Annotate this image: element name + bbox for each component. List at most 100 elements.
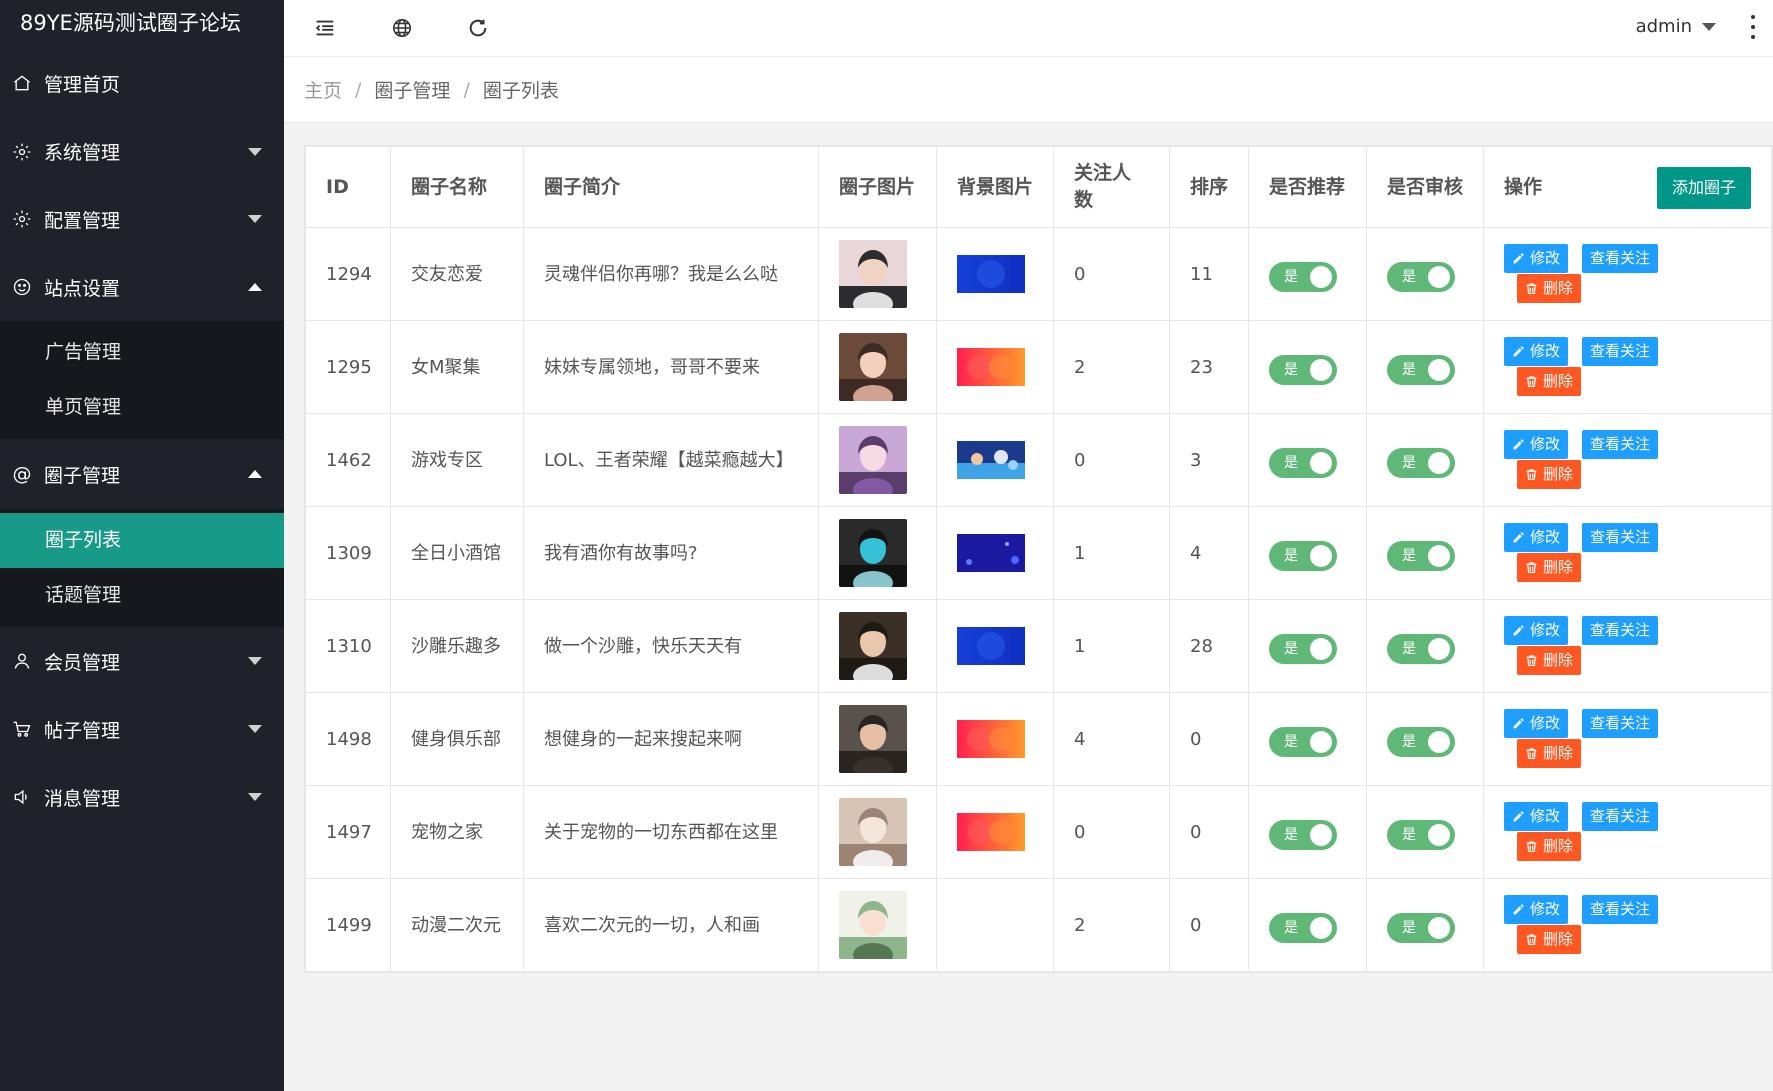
edit-button[interactable]: 修改 — [1504, 430, 1569, 459]
menu-fold-icon[interactable] — [305, 8, 345, 48]
edit-button[interactable]: 修改 — [1504, 337, 1569, 366]
user-menu[interactable]: admin — [1636, 10, 1716, 44]
pencil-icon — [1513, 532, 1524, 543]
cell-sort: 0 — [1169, 692, 1249, 786]
sidebar-item-posts[interactable]: 帖子管理 — [0, 695, 284, 763]
delete-button[interactable]: 删除 — [1517, 832, 1582, 861]
recommend-toggle[interactable]: 是 — [1269, 355, 1337, 385]
toggle-label: 是 — [1284, 826, 1298, 843]
sidebar-item-site-settings[interactable]: 站点设置 — [0, 253, 284, 321]
edit-button[interactable]: 修改 — [1504, 802, 1569, 831]
edit-button[interactable]: 修改 — [1504, 895, 1569, 924]
recommend-toggle[interactable]: 是 — [1269, 727, 1337, 757]
trash-icon — [1526, 841, 1537, 853]
circle-image — [839, 519, 916, 587]
audit-toggle[interactable]: 是 — [1387, 262, 1455, 292]
cell-intro: 做一个沙雕，快乐天天有 — [523, 599, 819, 693]
view-followers-button[interactable]: 查看关注 — [1582, 802, 1659, 831]
delete-button[interactable]: 删除 — [1517, 925, 1582, 954]
delete-label: 删除 — [1543, 279, 1574, 297]
edit-label: 修改 — [1530, 621, 1561, 639]
cell-background — [936, 413, 1054, 507]
toggle-knob — [1310, 638, 1332, 660]
cell-actions: 修改 查看关注 删除 — [1483, 692, 1772, 786]
pencil-icon — [1513, 253, 1524, 264]
view-followers-button[interactable]: 查看关注 — [1582, 616, 1659, 645]
recommend-toggle[interactable]: 是 — [1269, 448, 1337, 478]
audit-toggle[interactable]: 是 — [1387, 727, 1455, 757]
view-followers-button[interactable]: 查看关注 — [1582, 709, 1659, 738]
sidebar-item-members[interactable]: 会员管理 — [0, 627, 284, 695]
sidebar-item-system[interactable]: 系统管理 — [0, 118, 284, 185]
recommend-toggle[interactable]: 是 — [1269, 541, 1337, 571]
view-followers-button[interactable]: 查看关注 — [1582, 430, 1659, 459]
row-actions: 修改 查看关注 删除 — [1484, 786, 1771, 878]
view-followers-button[interactable]: 查看关注 — [1582, 244, 1659, 273]
more-vertical-icon[interactable] — [1745, 12, 1761, 42]
audit-toggle[interactable]: 是 — [1387, 541, 1455, 571]
breadcrumb-home[interactable]: 主页 — [304, 76, 342, 103]
circle-image — [839, 333, 916, 401]
table-row: 1498 健身俱乐部 想健身的一起来搜起来啊 4 0 是 是 修改 查看关注 删… — [305, 692, 1772, 786]
edit-button[interactable]: 修改 — [1504, 523, 1569, 552]
table-row: 1295 女M聚集 妹妹专属领地，哥哥不要来 2 23 是 是 修改 查看关注 … — [305, 320, 1772, 414]
audit-toggle[interactable]: 是 — [1387, 820, 1455, 850]
view-followers-button[interactable]: 查看关注 — [1582, 337, 1659, 366]
sidebar: 89YE源码测试圈子论坛 管理首页 系统管理 配置管理 站点设置 广告管理 单页… — [0, 0, 284, 1091]
pencil-icon — [1513, 439, 1524, 450]
toggle-knob — [1310, 917, 1332, 939]
delete-button[interactable]: 删除 — [1517, 739, 1582, 768]
delete-button[interactable]: 删除 — [1517, 460, 1582, 489]
chevron-down-icon — [1702, 23, 1716, 31]
view-followers-button[interactable]: 查看关注 — [1582, 523, 1659, 552]
sidebar-item-config[interactable]: 配置管理 — [0, 185, 284, 253]
circles-submenu: 圈子列表 话题管理 — [0, 509, 284, 627]
at-icon: @ — [12, 463, 32, 485]
sidebar-item-topics[interactable]: 话题管理 — [0, 568, 284, 623]
audit-toggle[interactable]: 是 — [1387, 634, 1455, 664]
edit-label: 修改 — [1530, 714, 1561, 732]
sidebar-item-circles[interactable]: @ 圈子管理 — [0, 439, 284, 509]
cell-followers: 2 — [1053, 878, 1170, 972]
sidebar-item-ads[interactable]: 广告管理 — [0, 325, 284, 380]
add-circle-button[interactable]: 添加圈子 — [1656, 167, 1751, 209]
table-row: 1309 全日小酒馆 我有酒你有故事吗? 1 4 是 是 修改 查看关注 删除 — [305, 506, 1772, 600]
toggle-label: 是 — [1284, 268, 1298, 285]
recommend-toggle[interactable]: 是 — [1269, 634, 1337, 664]
recommend-toggle[interactable]: 是 — [1269, 262, 1337, 292]
edit-label: 修改 — [1530, 528, 1561, 546]
edit-button[interactable]: 修改 — [1504, 709, 1569, 738]
sidebar-item-circle-list[interactable]: 圈子列表 — [0, 513, 284, 568]
audit-toggle[interactable]: 是 — [1387, 355, 1455, 385]
delete-button[interactable]: 删除 — [1517, 553, 1582, 582]
audit-toggle[interactable]: 是 — [1387, 448, 1455, 478]
delete-button[interactable]: 删除 — [1517, 274, 1582, 303]
sidebar-item-messages[interactable]: 消息管理 — [0, 763, 284, 831]
sidebar-item-pages[interactable]: 单页管理 — [0, 380, 284, 435]
background-image — [957, 255, 1033, 293]
breadcrumb-circles[interactable]: 圈子管理 — [374, 76, 450, 103]
recommend-toggle[interactable]: 是 — [1269, 820, 1337, 850]
recommend-toggle[interactable]: 是 — [1269, 913, 1337, 943]
audit-toggle[interactable]: 是 — [1387, 913, 1455, 943]
cell-name: 健身俱乐部 — [390, 692, 524, 786]
edit-button[interactable]: 修改 — [1504, 616, 1569, 645]
toggle-knob — [1428, 824, 1450, 846]
sidebar-item-dashboard[interactable]: 管理首页 — [0, 48, 284, 118]
pencil-icon — [1513, 718, 1524, 729]
globe-icon[interactable] — [382, 8, 422, 48]
view-followers-button[interactable]: 查看关注 — [1582, 895, 1659, 924]
delete-button[interactable]: 删除 — [1517, 646, 1582, 675]
breadcrumb: 主页 / 圈子管理 / 圈子列表 — [284, 57, 1773, 123]
delete-button[interactable]: 删除 — [1517, 367, 1582, 396]
col-sort: 排序 — [1169, 146, 1249, 228]
cell-intro: LOL、王者荣耀【越菜瘾越大】 — [523, 413, 819, 507]
sidebar-item-label: 帖子管理 — [44, 719, 121, 742]
chevron-up-icon — [248, 470, 262, 478]
cell-name: 全日小酒馆 — [390, 506, 524, 600]
edit-button[interactable]: 修改 — [1504, 244, 1569, 273]
sidebar-item-label: 配置管理 — [44, 209, 121, 232]
toggle-label: 是 — [1402, 268, 1416, 285]
col-actions: 操作 添加圈子 — [1483, 146, 1772, 228]
refresh-icon[interactable] — [458, 8, 498, 48]
